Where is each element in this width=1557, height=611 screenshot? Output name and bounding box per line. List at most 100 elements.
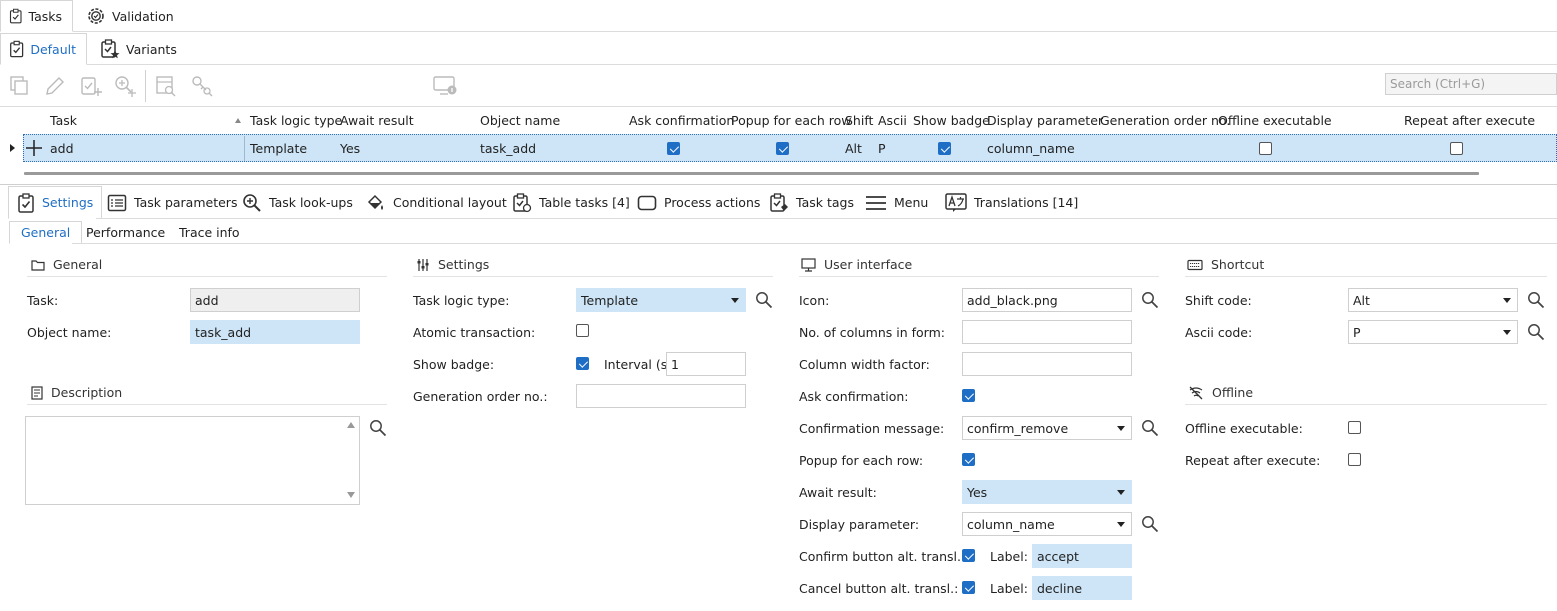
columns-field[interactable] — [962, 320, 1132, 344]
cell-repeat-checkbox[interactable] — [1450, 142, 1463, 155]
tab-task-parameters[interactable]: Task parameters — [99, 186, 245, 219]
display-parameter-label: Display parameter: — [799, 517, 920, 532]
cancel-label-field[interactable]: decline — [1032, 576, 1132, 600]
atomic-transaction-checkbox[interactable] — [576, 324, 589, 337]
col-header-show-badge[interactable]: Show badge — [913, 113, 990, 128]
edit-pencil-icon[interactable] — [43, 74, 67, 98]
chevron-down-icon — [731, 298, 739, 303]
cell-offline-checkbox[interactable] — [1259, 142, 1272, 155]
confirmation-message-search-icon[interactable] — [1141, 419, 1159, 437]
tab-task-tags[interactable]: Task tags — [761, 186, 862, 219]
tab-process-actions[interactable]: Process actions — [629, 186, 768, 219]
tab-label: General — [21, 225, 71, 240]
scroll-down-icon[interactable] — [347, 492, 355, 498]
tab-label: Conditional layout — [393, 195, 507, 210]
clipboard-add-icon[interactable] — [79, 74, 103, 98]
horizontal-scrollbar[interactable] — [24, 172, 1479, 175]
tab-menu[interactable]: Menu — [857, 186, 936, 219]
search-input[interactable]: Search (Ctrl+G) — [1385, 73, 1557, 95]
task-logic-type-select[interactable]: Template — [576, 288, 746, 312]
subtab-performance[interactable]: Performance — [75, 221, 176, 244]
tab-label: Table tasks [4] — [539, 195, 630, 210]
zoom-add-icon[interactable] — [113, 74, 137, 98]
confirm-label-field[interactable]: accept — [1032, 544, 1132, 568]
chevron-down-icon — [1503, 330, 1511, 335]
task-logic-type-search-icon[interactable] — [755, 291, 773, 309]
list-icon — [107, 194, 127, 211]
col-header-ascii[interactable]: Ascii — [878, 113, 907, 128]
tab-task-look-ups[interactable]: Task look-ups — [234, 186, 361, 219]
tab-table-tasks[interactable]: Table tasks [4] — [504, 186, 638, 219]
col-header-generation-order[interactable]: Generation order no. — [1100, 113, 1230, 128]
description-textarea[interactable] — [25, 416, 360, 505]
tab-tasks[interactable]: Tasks — [0, 0, 73, 32]
subtab-trace-info[interactable]: Trace info — [168, 221, 251, 244]
paint-bucket-icon — [367, 194, 383, 210]
cell-popup-checkbox[interactable] — [776, 142, 789, 155]
repeat-after-execute-checkbox[interactable] — [1348, 453, 1361, 466]
cell-ascii[interactable]: P — [878, 141, 886, 156]
cell-ask-confirmation-checkbox[interactable] — [667, 142, 680, 155]
cancel-label-label: Label: — [990, 581, 1028, 596]
ascii-code-search-icon[interactable] — [1527, 323, 1545, 341]
icon-field[interactable]: add_black.png — [962, 288, 1132, 312]
cancel-button-checkbox[interactable] — [962, 581, 975, 594]
cell-task-logic-type[interactable]: Template — [250, 141, 307, 156]
task-field[interactable]: add — [190, 288, 360, 312]
col-header-popup-for-each-row[interactable]: Popup for each row — [731, 113, 852, 128]
tab-settings[interactable]: Settings — [8, 186, 103, 219]
col-header-repeat-after-execute[interactable]: Repeat after execute — [1404, 113, 1535, 128]
await-result-select[interactable]: Yes — [962, 480, 1132, 504]
col-header-await-result[interactable]: Await result — [340, 113, 414, 128]
confirm-button-checkbox[interactable] — [962, 549, 975, 562]
section-description: Description — [31, 385, 122, 400]
col-header-ask-confirmation[interactable]: Ask confirmation — [629, 113, 734, 128]
gear-check-icon — [88, 8, 104, 24]
icon-search-icon[interactable] — [1141, 291, 1159, 309]
columns-label: No. of columns in form: — [799, 325, 945, 340]
shift-code-search-icon[interactable] — [1527, 291, 1545, 309]
tab-default[interactable]: Default — [0, 33, 87, 65]
list-search-icon[interactable] — [154, 74, 178, 98]
ascii-code-select[interactable]: P — [1348, 320, 1518, 344]
subtab-general[interactable]: General — [9, 221, 83, 244]
cell-shift[interactable]: Alt — [845, 141, 862, 156]
popup-checkbox[interactable] — [962, 453, 975, 466]
screen-info-icon[interactable] — [433, 74, 457, 98]
object-name-field[interactable]: task_add — [190, 320, 360, 344]
offline-executable-checkbox[interactable] — [1348, 421, 1361, 434]
interval-field[interactable]: 1 — [666, 352, 746, 376]
display-parameter-select[interactable]: column_name — [962, 512, 1132, 536]
tab-variants[interactable]: Variants — [92, 33, 187, 65]
col-header-display-parameter[interactable]: Display parameter — [987, 113, 1103, 128]
key-search-icon[interactable] — [190, 74, 214, 98]
cell-show-badge-checkbox[interactable] — [938, 142, 951, 155]
cell-task[interactable]: add — [50, 141, 74, 156]
col-header-shift[interactable]: Shift — [845, 113, 873, 128]
cell-display-parameter[interactable]: column_name — [987, 141, 1075, 156]
confirmation-message-select[interactable]: confirm_remove — [962, 416, 1132, 440]
col-header-task[interactable]: Task — [50, 113, 77, 128]
shift-code-select[interactable]: Alt — [1348, 288, 1518, 312]
generation-order-field[interactable] — [576, 384, 746, 408]
width-factor-field[interactable] — [962, 352, 1132, 376]
clipboard-tag-icon — [770, 192, 788, 212]
description-search-icon[interactable] — [369, 419, 387, 437]
col-header-task-logic-type[interactable]: Task logic type — [250, 113, 342, 128]
copy-icon[interactable] — [8, 74, 32, 98]
col-header-offline-executable[interactable]: Offline executable — [1218, 113, 1332, 128]
scroll-up-icon[interactable] — [347, 422, 355, 428]
col-header-object-name[interactable]: Object name — [480, 113, 560, 128]
ask-confirmation-checkbox[interactable] — [962, 389, 975, 402]
cell-object-name[interactable]: task_add — [480, 141, 536, 156]
display-parameter-search-icon[interactable] — [1141, 515, 1159, 533]
textarea-scrollbar[interactable] — [343, 417, 359, 504]
clipboard-star-icon — [101, 39, 120, 59]
width-factor-label: Column width factor: — [799, 357, 930, 372]
show-badge-checkbox[interactable] — [576, 357, 589, 370]
tab-validation[interactable]: Validation — [78, 0, 184, 32]
cell-await-result[interactable]: Yes — [340, 141, 360, 156]
row-indicator-icon — [10, 144, 15, 152]
tab-translations[interactable]: Translations [14] — [937, 186, 1086, 219]
tab-conditional-layout[interactable]: Conditional layout — [358, 186, 515, 219]
